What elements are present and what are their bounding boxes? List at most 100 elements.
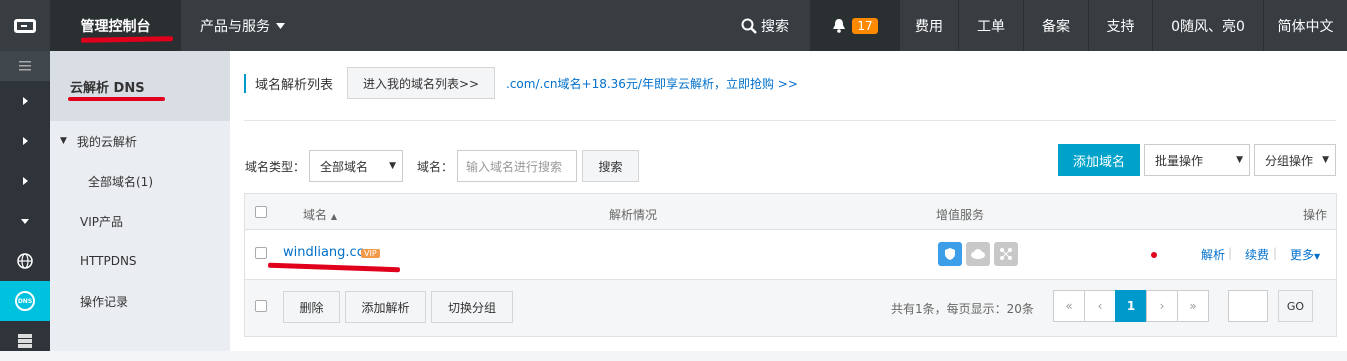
subnav-group-my-dns[interactable]: ▼ 我的云解析: [50, 121, 230, 161]
add-domain-button[interactable]: 添加域名: [1058, 144, 1140, 176]
table-header: 域名 ▲ 解析情况 增值服务 操作: [245, 194, 1336, 230]
add-record-button[interactable]: 添加解析: [345, 291, 426, 323]
subnav-item-label: HTTPDNS: [80, 254, 137, 268]
subnav-item-label: 全部域名(1): [88, 174, 153, 189]
console-link[interactable]: 管理控制台: [50, 0, 181, 51]
chevron-down-icon[interactable]: [0, 201, 50, 241]
promo-link[interactable]: .com/.cn域名+18.36元/年即享云解析，立即抢购 >>: [506, 75, 798, 92]
domain-label: 域名：: [417, 160, 454, 174]
products-menu[interactable]: 产品与服务: [200, 0, 285, 51]
cloud-icon[interactable]: [966, 242, 990, 266]
record-label: 备案: [1042, 18, 1070, 35]
network-icon[interactable]: [994, 242, 1018, 266]
batch-operation-select[interactable]: 批量操作 ▼: [1144, 144, 1250, 176]
column-header-service: 增值服务: [936, 208, 985, 222]
more-menu[interactable]: 更多▼: [1290, 246, 1320, 263]
domain-type-value: 全部域名: [320, 159, 369, 174]
user-menu[interactable]: 0随风、亮0: [1152, 0, 1263, 51]
shield-icon[interactable]: [938, 242, 962, 266]
table-row: windliang.cc VIP 解析 | 续费 | 更多▼: [245, 230, 1336, 280]
sort-up-icon: ▲: [330, 212, 337, 221]
renew-link[interactable]: 续费: [1245, 246, 1269, 263]
tickets-link[interactable]: 工单: [958, 0, 1023, 51]
search-button[interactable]: 搜索: [582, 150, 639, 182]
first-page-button[interactable]: «: [1053, 290, 1085, 322]
caret-down-icon: ▼: [1236, 155, 1243, 165]
footer-select-all-checkbox[interactable]: [255, 300, 267, 312]
delete-button[interactable]: 删除: [283, 291, 340, 323]
fees-link[interactable]: 费用: [899, 0, 958, 51]
prev-page-button[interactable]: ‹: [1084, 290, 1116, 322]
resolve-link[interactable]: 解析: [1201, 246, 1225, 263]
red-annotation-underline: [68, 97, 165, 101]
filter-bar: 域名类型： 全部域名 ▼ 域名： 输入域名进行搜索 搜索 添加域名 批量操作 ▼…: [244, 144, 1337, 182]
group-operation-select[interactable]: 分组操作 ▼: [1254, 144, 1336, 176]
products-label: 产品与服务: [200, 18, 270, 35]
domain-link[interactable]: windliang.cc: [283, 245, 364, 260]
subnav-item-label: 操作记录: [80, 294, 129, 309]
page-1-button[interactable]: 1: [1115, 290, 1147, 322]
column-header-ops: 操作: [1303, 208, 1328, 222]
go-button[interactable]: GO: [1278, 290, 1313, 322]
bell-icon: [833, 19, 846, 33]
column-header-domain-label: 域名: [303, 208, 328, 222]
server-icon[interactable]: [0, 321, 50, 361]
chevron-right-icon[interactable]: [0, 121, 50, 161]
aliyun-logo-icon[interactable]: [0, 0, 50, 51]
icon-sidebar: DNS: [0, 51, 50, 351]
subnav-item-label: VIP产品: [80, 214, 123, 229]
select-all-checkbox[interactable]: [255, 206, 267, 218]
column-header-status: 解析情况: [609, 208, 658, 222]
caret-down-icon: ▼: [1314, 252, 1321, 261]
tickets-label: 工单: [977, 18, 1005, 35]
notification-button[interactable]: 17: [810, 0, 899, 51]
vip-badge: VIP: [361, 249, 380, 258]
more-label: 更多: [1290, 248, 1315, 262]
page-title: 域名解析列表: [244, 73, 333, 93]
row-checkbox[interactable]: [255, 247, 267, 259]
search-button[interactable]: 搜索: [720, 0, 810, 51]
caret-down-icon: ▼: [1322, 155, 1329, 165]
domain-type-label: 域名类型：: [245, 160, 306, 174]
column-header-domain[interactable]: 域名 ▲: [303, 206, 337, 223]
domain-search-input[interactable]: 输入域名进行搜索: [457, 150, 577, 182]
switch-group-button[interactable]: 切换分组: [431, 291, 513, 323]
menu-icon[interactable]: [0, 51, 50, 81]
fees-label: 费用: [915, 18, 943, 35]
caret-down-icon: ▼: [389, 161, 396, 171]
subnav-title-label: 云解析 DNS: [70, 80, 145, 96]
record-link[interactable]: 备案: [1023, 0, 1088, 51]
subnav-item-log[interactable]: 操作记录: [50, 281, 230, 321]
caret-down-icon: ▼: [60, 136, 67, 146]
dns-icon-label: DNS: [15, 291, 35, 311]
domain-type-select[interactable]: 全部域名 ▼: [309, 150, 403, 182]
enter-domain-list-button[interactable]: 进入我的域名列表>>: [347, 67, 496, 99]
caret-down-icon: [276, 22, 285, 29]
divider: [244, 120, 1336, 121]
status-dot: [1151, 252, 1157, 258]
chevron-right-icon[interactable]: [0, 161, 50, 201]
next-page-button[interactable]: ›: [1146, 290, 1178, 322]
language-menu[interactable]: 简体中文: [1263, 0, 1347, 51]
subnav-item-httpdns[interactable]: HTTPDNS: [50, 241, 230, 281]
support-label: 支持: [1106, 18, 1135, 35]
domain-table: 域名 ▲ 解析情况 增值服务 操作 windliang.cc VIP 解析 | …: [244, 193, 1337, 337]
search-icon: [741, 18, 757, 34]
support-link[interactable]: 支持: [1088, 0, 1152, 51]
language-label: 简体中文: [1277, 18, 1334, 35]
page-number-input[interactable]: [1228, 290, 1268, 322]
console-label: 管理控制台: [80, 18, 151, 35]
dns-icon[interactable]: DNS: [0, 281, 50, 321]
subnav-item-all-domains[interactable]: 全部域名(1): [50, 161, 230, 201]
subnav-group-label: 我的云解析: [76, 134, 137, 149]
group-operation-label: 分组操作: [1265, 153, 1314, 168]
subnav-item-vip[interactable]: VIP产品: [50, 201, 230, 241]
pagination-summary: 共有1条，每页显示：20条: [891, 302, 1034, 316]
last-page-button[interactable]: »: [1177, 290, 1209, 322]
globe-icon[interactable]: [0, 241, 50, 281]
chevron-right-icon[interactable]: [0, 81, 50, 121]
main-content: 域名解析列表 进入我的域名列表>> .com/.cn域名+18.36元/年即享云…: [230, 51, 1347, 351]
separator: |: [1228, 246, 1233, 260]
top-navigation-bar: 管理控制台 产品与服务 搜索 17 费用 工单 备案 支持 0随风、亮0 简体中…: [0, 0, 1347, 51]
search-label: 搜索: [761, 18, 789, 35]
